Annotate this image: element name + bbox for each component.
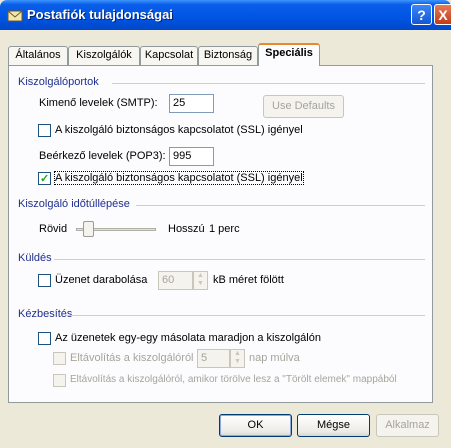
- separator: [66, 315, 425, 316]
- tab-servers[interactable]: Kiszolgálók: [68, 46, 140, 65]
- remove-deleted-checkbox[interactable]: [53, 374, 66, 387]
- server-ports-heading: Kiszolgálóportok: [18, 76, 99, 88]
- spin-up-icon[interactable]: ▲: [194, 272, 207, 280]
- remove-days-spinner[interactable]: ▲ ▼: [230, 349, 245, 368]
- split-size-field[interactable]: 60: [158, 271, 193, 290]
- split-message-checkbox[interactable]: [38, 274, 51, 287]
- tab-security[interactable]: Biztonság: [198, 46, 258, 65]
- checkmark-icon: ✓: [40, 173, 50, 185]
- smtp-label: Kimenő levelek (SMTP):: [39, 97, 158, 109]
- separator: [136, 205, 425, 206]
- help-button[interactable]: ?: [411, 4, 432, 25]
- title-bar[interactable]: Postafiók tulajdonságai ? X: [0, 0, 451, 30]
- spin-up-icon[interactable]: ▲: [231, 350, 244, 358]
- remove-after-label: Eltávolítás a kiszolgálóról: [70, 352, 194, 364]
- apply-button[interactable]: Alkalmaz: [376, 414, 439, 437]
- timeout-long-label: Hosszú: [168, 223, 205, 235]
- remove-days-unit: nap múlva: [249, 352, 300, 364]
- remove-days-field[interactable]: 5: [197, 349, 230, 368]
- timeout-short-label: Rövid: [39, 223, 68, 235]
- spin-down-icon[interactable]: ▼: [231, 358, 244, 366]
- tab-connection[interactable]: Kapcsolat: [140, 46, 198, 65]
- smtp-port-field[interactable]: 25: [169, 94, 214, 113]
- remove-after-checkbox[interactable]: [53, 352, 66, 365]
- pop3-label: Beérkező levelek (POP3):: [39, 150, 166, 162]
- tab-general[interactable]: Általános: [8, 46, 68, 65]
- keep-copy-checkbox[interactable]: [38, 332, 51, 345]
- timeout-heading: Kiszolgáló időtúllépése: [18, 198, 130, 210]
- dialog-window: Postafiók tulajdonságai ? X Általános Ki…: [0, 0, 451, 448]
- split-size-unit: kB méret fölött: [213, 274, 284, 286]
- smtp-ssl-label: A kiszolgáló biztonságos kapcsolatot (SS…: [55, 124, 303, 136]
- separator: [54, 259, 425, 260]
- cancel-button[interactable]: Mégse: [297, 414, 370, 437]
- pop3-ssl-checkbox[interactable]: ✓: [38, 172, 51, 185]
- pop3-port-field[interactable]: 995: [169, 147, 214, 166]
- use-defaults-button[interactable]: Use Defaults: [263, 95, 344, 118]
- timeout-value: 1 perc: [209, 223, 240, 235]
- tab-advanced[interactable]: Speciális: [258, 43, 320, 66]
- close-button[interactable]: X: [434, 4, 451, 25]
- delivery-heading: Kézbesítés: [18, 308, 73, 320]
- split-message-label: Üzenet darabolása: [55, 274, 148, 286]
- ok-button[interactable]: OK: [219, 414, 292, 437]
- spin-down-icon[interactable]: ▼: [194, 280, 207, 288]
- split-size-spinner[interactable]: ▲ ▼: [193, 271, 208, 290]
- mail-account-icon: [7, 10, 23, 22]
- sending-heading: Küldés: [18, 252, 52, 264]
- separator: [112, 83, 425, 84]
- smtp-ssl-checkbox[interactable]: [38, 124, 51, 137]
- keep-copy-label: Az üzenetek egy-egy másolata maradjon a …: [55, 332, 321, 344]
- timeout-slider-thumb[interactable]: [82, 221, 94, 237]
- window-title: Postafiók tulajdonságai: [27, 7, 173, 22]
- pop3-ssl-label: A kiszolgáló biztonságos kapcsolatot (SS…: [54, 171, 304, 185]
- remove-deleted-label: Eltávolítás a kiszolgálóról, amikor törö…: [70, 374, 397, 385]
